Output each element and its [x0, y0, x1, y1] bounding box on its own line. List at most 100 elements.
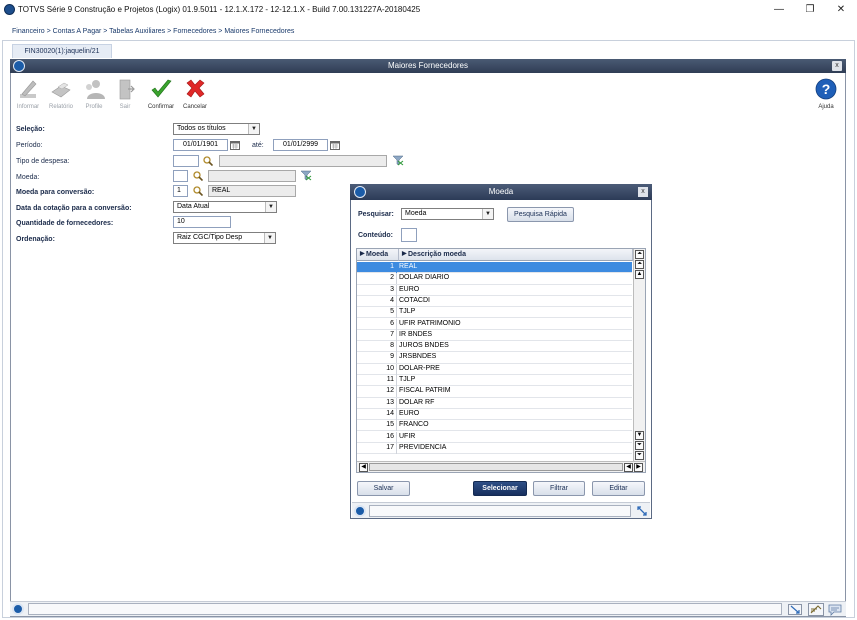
- profile-button[interactable]: Profile: [77, 77, 111, 113]
- toolbar-label: Ajuda: [818, 104, 834, 110]
- moeda-dialog-title-bar[interactable]: Moeda x: [350, 184, 652, 200]
- sair-button[interactable]: Sair: [108, 77, 142, 113]
- vertical-scrollbar[interactable]: ⏶ ⏶ ▲ ▼ ⏷ ⏷: [633, 249, 645, 461]
- selecionar-button[interactable]: Selecionar: [473, 481, 527, 496]
- selecao-select[interactable]: Todos os títulos ▼: [173, 123, 260, 135]
- moeda-code-cell: 2: [357, 273, 397, 285]
- close-form-button[interactable]: x: [832, 61, 842, 71]
- scroll-right-icon[interactable]: ▶: [634, 463, 643, 472]
- toolbar-label: Informar: [16, 104, 40, 110]
- scroll-bottom-icon[interactable]: ⏷: [635, 451, 644, 460]
- moeda-code-cell: 12: [357, 386, 397, 398]
- totvs-logo-icon: [354, 505, 366, 517]
- table-row[interactable]: 17 PREVIDENCIA: [357, 442, 632, 455]
- moeda-code-cell: 15: [357, 420, 397, 432]
- pesquisar-value: Moeda: [405, 210, 427, 217]
- window-title-bar: TOTVS Série 9 Construção e Projetos (Log…: [0, 0, 857, 20]
- resize-icon[interactable]: [788, 604, 802, 615]
- printer-icon: [51, 82, 71, 98]
- chat-icon[interactable]: [828, 603, 842, 616]
- table-row[interactable]: 12 FISCAL PATRIM: [357, 386, 632, 398]
- moeda-description-cell: FISCAL PATRIM: [399, 387, 451, 395]
- scroll-up-icon[interactable]: ▲: [635, 270, 644, 279]
- table-row[interactable]: 13 DOLAR RF: [357, 397, 632, 409]
- tools-icon[interactable]: [808, 603, 824, 616]
- scroll-down-icon[interactable]: ▼: [635, 431, 644, 440]
- table-row[interactable]: 10 DOLAR-PRE: [357, 363, 632, 375]
- ordenacao-select[interactable]: Raiz CGC/Tipo Desp ▼: [173, 232, 276, 244]
- search-icon[interactable]: [193, 171, 203, 181]
- informar-button[interactable]: Informar: [11, 77, 45, 113]
- periodo-to-input[interactable]: 01/01/2999: [273, 139, 328, 151]
- column-header-descricao[interactable]: ▶ Descrição moeda: [399, 249, 633, 261]
- moeda-conversao-input[interactable]: 1: [173, 185, 188, 197]
- data-cotacao-select[interactable]: Data Atual ▼: [173, 201, 277, 213]
- form-window-title: Maiores Fornecedores: [387, 61, 469, 70]
- table-row[interactable]: 7 IR BNDES: [357, 329, 632, 342]
- editar-button[interactable]: Editar: [592, 481, 645, 496]
- pesquisa-rapida-button[interactable]: Pesquisa Rápida: [507, 207, 574, 222]
- table-row[interactable]: 8 JUROS BNDES: [357, 341, 632, 353]
- profile-icon: [86, 80, 105, 99]
- table-row[interactable]: 11 TJLP: [357, 375, 632, 387]
- table-row[interactable]: 6 UFIR PATRIMONIO: [357, 318, 632, 330]
- table-row[interactable]: 16 UFIR: [357, 431, 632, 443]
- filter-clear-icon[interactable]: [300, 170, 312, 181]
- horizontal-scrollbar[interactable]: ◀ ◀ ▶: [357, 461, 645, 472]
- search-icon[interactable]: [193, 186, 203, 196]
- table-row[interactable]: 5 TJLP: [357, 307, 632, 319]
- table-row[interactable]: 4 COTACDI: [357, 295, 632, 308]
- pesquisar-select[interactable]: Moeda ▼: [401, 208, 494, 220]
- moeda-code-cell: 17: [357, 442, 397, 454]
- scroll-page-down-icon[interactable]: ⏷: [635, 441, 644, 450]
- table-row[interactable]: 9 JRSBNDES: [357, 352, 632, 364]
- calendar-icon[interactable]: [330, 140, 340, 150]
- moeda-conversao-description: REAL: [208, 185, 296, 197]
- table-row[interactable]: 1 REAL: [357, 262, 632, 274]
- ordenacao-label: Ordenação:: [16, 236, 55, 243]
- scroll-page-up-icon[interactable]: ⏶: [635, 260, 644, 269]
- sort-arrow-icon: ▶: [360, 251, 365, 257]
- scroll-top-icon[interactable]: ⏶: [635, 250, 644, 259]
- filtrar-button[interactable]: Filtrar: [533, 481, 585, 496]
- close-window-button[interactable]: ✕: [829, 2, 853, 17]
- moeda-description-cell: TJLP: [399, 308, 416, 316]
- moeda-description-cell: COTACDI: [399, 296, 430, 304]
- periodo-from-input[interactable]: 01/01/1901: [173, 139, 228, 151]
- calendar-icon[interactable]: [230, 140, 240, 150]
- cancelar-button[interactable]: Cancelar: [178, 77, 212, 113]
- moeda-code-cell: 8: [357, 341, 397, 353]
- selecao-label: Seleção:: [16, 126, 45, 133]
- chevron-down-icon: ▼: [482, 209, 493, 219]
- qtd-fornecedores-input[interactable]: 10: [173, 216, 231, 228]
- table-row[interactable]: 2 DOLAR DIARIO: [357, 273, 632, 285]
- exit-icon: [119, 79, 135, 100]
- dialog-status-field: [369, 505, 631, 517]
- breadcrumb[interactable]: Financeiro > Contas A Pagar > Tabelas Au…: [12, 28, 294, 35]
- tipo-despesa-description: [219, 155, 387, 167]
- close-dialog-button[interactable]: x: [638, 187, 648, 197]
- moeda-description-cell: JUROS BNDES: [399, 342, 449, 350]
- column-header-moeda[interactable]: ▶ Moeda: [357, 249, 399, 261]
- table-row[interactable]: 14 EURO: [357, 408, 632, 421]
- resize-icon[interactable]: [637, 506, 647, 516]
- table-row[interactable]: 3 EURO: [357, 284, 632, 296]
- minimize-button[interactable]: —: [767, 2, 791, 17]
- tab-program[interactable]: FIN30020(1):jaquelin/21: [12, 44, 112, 58]
- ajuda-button[interactable]: ? Ajuda: [809, 77, 843, 113]
- scroll-left-icon[interactable]: ◀: [624, 463, 633, 472]
- restore-button[interactable]: ❐: [798, 2, 822, 17]
- moeda-grid: ▶ Moeda ▶ Descrição moeda 1 REAL 2 DOLAR DI…: [356, 248, 646, 473]
- search-icon[interactable]: [203, 156, 213, 166]
- table-row[interactable]: 15 FRANCO: [357, 420, 632, 432]
- scroll-left-icon[interactable]: ◀: [359, 463, 368, 472]
- relatorio-button[interactable]: Relatório: [44, 77, 78, 113]
- conteudo-input[interactable]: [401, 228, 417, 242]
- moeda-input[interactable]: [173, 170, 188, 182]
- salvar-button[interactable]: Salvar: [357, 481, 410, 496]
- filter-clear-icon[interactable]: [392, 155, 404, 166]
- scroll-thumb[interactable]: [369, 463, 623, 471]
- ordenacao-value: Raiz CGC/Tipo Desp: [177, 234, 243, 241]
- confirmar-button[interactable]: Confirmar: [144, 77, 178, 113]
- tipo-despesa-input[interactable]: [173, 155, 199, 167]
